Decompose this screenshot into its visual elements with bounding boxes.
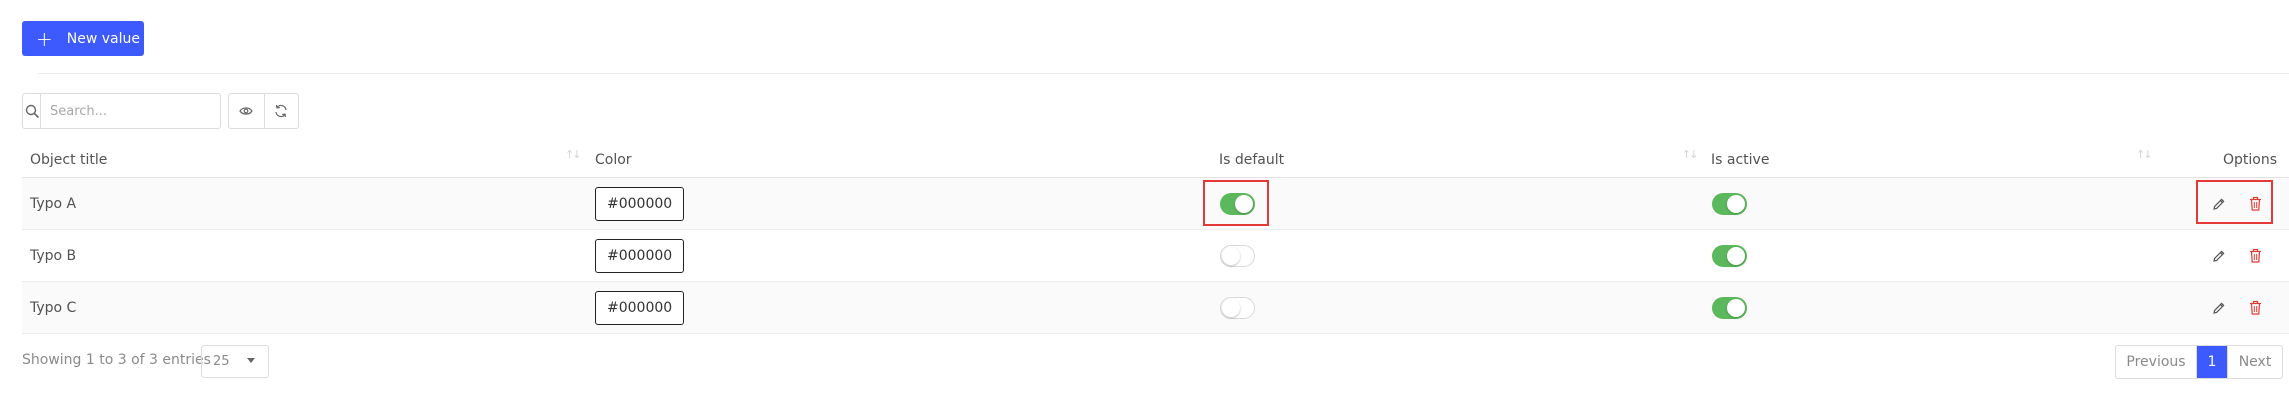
trash-icon[interactable] <box>2244 297 2266 319</box>
col-options: Options <box>2222 152 2277 168</box>
sort-icon[interactable]: ↑↓ <box>1682 148 1699 161</box>
table-row: Typo B #000000 <box>22 230 2289 282</box>
object-title: Typo B <box>30 247 77 264</box>
is-default-toggle[interactable] <box>1220 296 1255 319</box>
edit-icon[interactable] <box>2208 297 2230 319</box>
col-is-default[interactable]: Is default <box>1219 144 1284 178</box>
plus-icon: + <box>36 26 53 51</box>
search-input[interactable] <box>41 94 220 128</box>
col-is-active[interactable]: Is active <box>1711 144 1769 178</box>
entries-info: Showing 1 to 3 of 3 entries <box>22 352 211 368</box>
color-value[interactable]: #000000 <box>595 238 685 273</box>
trash-icon[interactable] <box>2244 193 2266 215</box>
is-default-toggle[interactable] <box>1220 244 1255 267</box>
sort-icon[interactable]: ↑↓ <box>565 148 582 161</box>
search-icon[interactable] <box>23 94 41 128</box>
search-group <box>22 93 221 129</box>
color-value[interactable]: #000000 <box>595 186 685 221</box>
trash-icon[interactable] <box>2244 245 2266 267</box>
new-value-label: New value <box>66 30 140 47</box>
table-header: Object title ↑↓ Color Is default ↑↓ Is a… <box>22 144 2289 178</box>
page: + New value Object title ↑↓ Color Is def… <box>0 0 2289 420</box>
page-size-value: 25 <box>213 354 230 369</box>
pagination: Previous 1 Next <box>2115 345 2283 379</box>
next-button[interactable]: Next <box>2227 346 2282 378</box>
new-value-button[interactable]: + New value <box>22 21 144 56</box>
is-active-toggle[interactable] <box>1712 296 1747 319</box>
table-row: Typo A #000000 <box>22 178 2289 230</box>
table-tools <box>228 93 299 129</box>
col-object-title[interactable]: Object title <box>30 144 107 178</box>
values-table: Object title ↑↓ Color Is default ↑↓ Is a… <box>22 144 2289 334</box>
col-color[interactable]: Color <box>595 144 632 178</box>
refresh-icon[interactable] <box>263 94 299 128</box>
table-row: Typo C #000000 <box>22 282 2289 334</box>
eye-icon[interactable] <box>229 94 264 128</box>
edit-icon[interactable] <box>2208 245 2230 267</box>
chevron-down-icon <box>247 358 255 363</box>
edit-icon[interactable] <box>2208 193 2230 215</box>
color-value[interactable]: #000000 <box>595 290 685 325</box>
page-1-button[interactable]: 1 <box>2197 346 2227 378</box>
is-default-toggle[interactable] <box>1220 192 1255 215</box>
page-size-select[interactable]: 25 <box>201 345 269 378</box>
object-title: Typo C <box>30 299 77 316</box>
object-title: Typo A <box>30 195 77 212</box>
previous-button[interactable]: Previous <box>2116 346 2197 378</box>
is-active-toggle[interactable] <box>1712 192 1747 215</box>
divider <box>38 73 2289 74</box>
is-active-toggle[interactable] <box>1712 244 1747 267</box>
sort-icon[interactable]: ↑↓ <box>2136 148 2153 161</box>
